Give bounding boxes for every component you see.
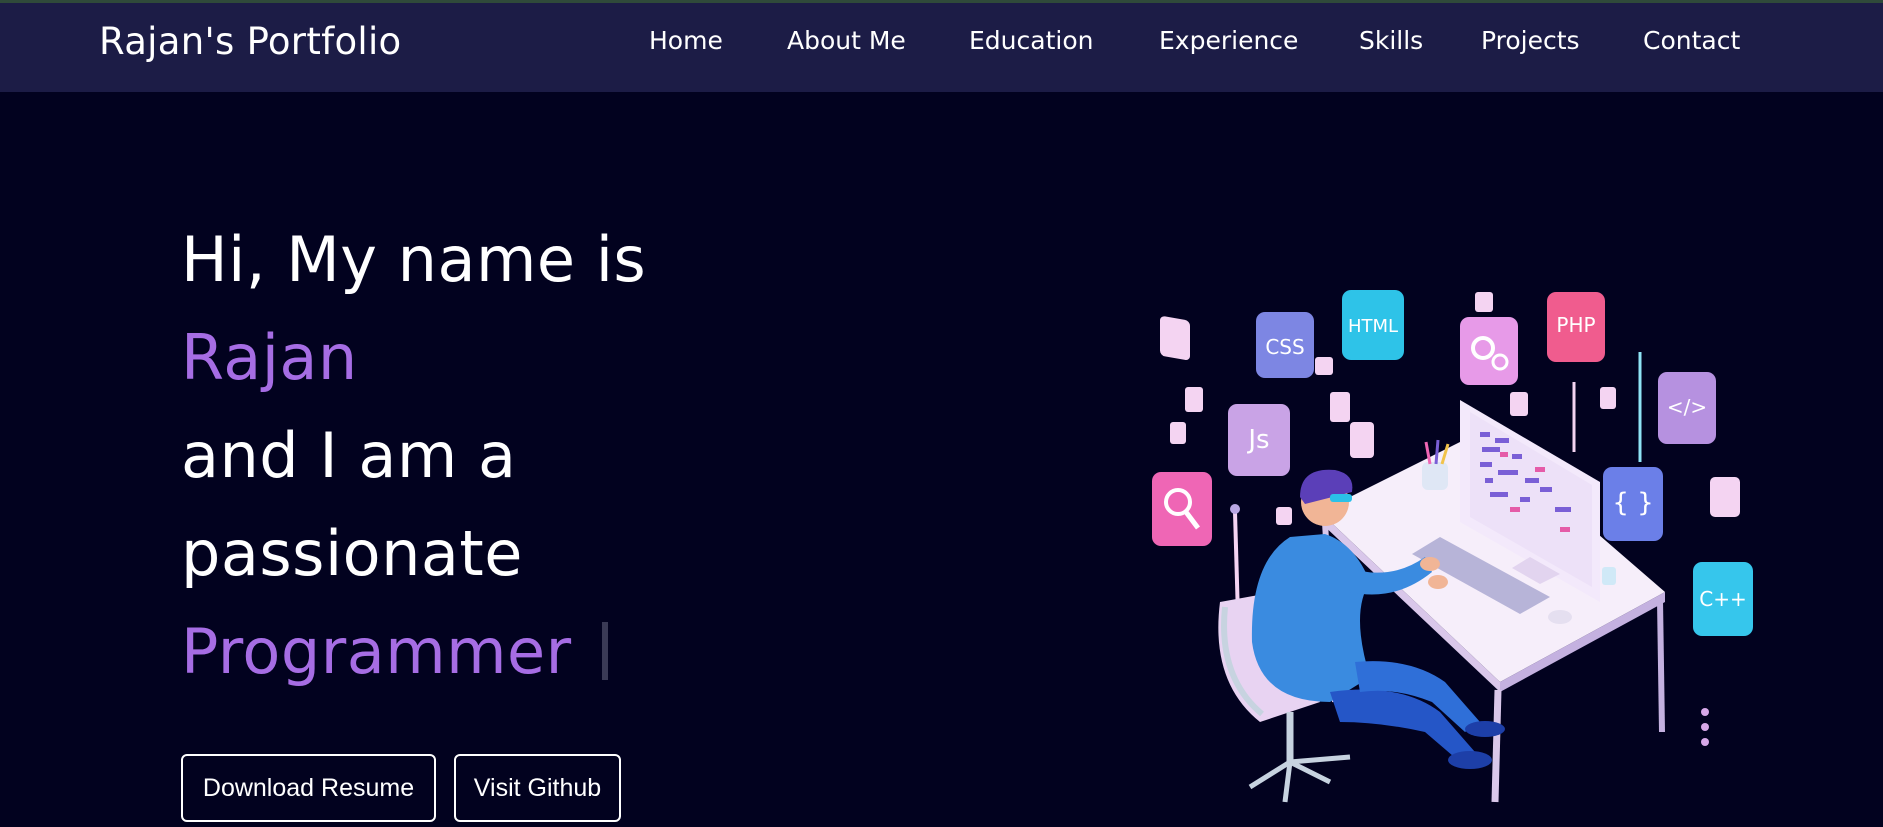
- css-tile-icon: CSS: [1256, 312, 1314, 378]
- svg-text:HTML: HTML: [1348, 316, 1398, 337]
- search-tile-icon: [1152, 472, 1212, 546]
- pencil-cup-icon: [1422, 439, 1450, 490]
- programmer-illustration: CSS HTML PHP Js </> { } C++: [1152, 290, 1753, 803]
- svg-text:CSS: CSS: [1265, 335, 1304, 359]
- js-tile-icon: Js: [1228, 404, 1290, 476]
- hero-descriptor: passionate: [181, 517, 523, 590]
- navbar: Rajan's Portfolio Home About Me Educatio…: [0, 3, 1883, 92]
- svg-text:C++: C++: [1699, 587, 1746, 611]
- code-tile-icon: </>: [1658, 372, 1716, 444]
- php-tile-icon: PHP: [1547, 292, 1605, 362]
- svg-text:{ }: { }: [1612, 488, 1653, 518]
- svg-text:Js: Js: [1246, 425, 1269, 455]
- hero-name: Rajan: [181, 321, 358, 394]
- nav-link-projects[interactable]: Projects: [1481, 26, 1580, 55]
- download-resume-button[interactable]: Download Resume: [181, 754, 436, 822]
- braces-tile-icon: { }: [1603, 467, 1663, 541]
- svg-text:</>: </>: [1667, 395, 1707, 419]
- html-tile-icon: HTML: [1342, 290, 1404, 360]
- nav-link-home[interactable]: Home: [649, 26, 723, 55]
- nav-link-skills[interactable]: Skills: [1359, 26, 1423, 55]
- cup-icon: [1602, 567, 1616, 585]
- brand-title[interactable]: Rajan's Portfolio: [99, 20, 402, 63]
- visit-github-button[interactable]: Visit Github: [454, 754, 621, 822]
- nav-link-contact[interactable]: Contact: [1643, 26, 1740, 55]
- mouse-icon: [1548, 610, 1572, 624]
- svg-text:PHP: PHP: [1556, 313, 1595, 337]
- nav-link-experience[interactable]: Experience: [1159, 26, 1298, 55]
- hero-role: Programmer: [181, 615, 572, 688]
- gears-tile-icon: [1460, 317, 1518, 385]
- cpp-tile-icon: C++: [1693, 562, 1753, 636]
- hero-intro: and I am a: [181, 419, 517, 492]
- typing-caret: [602, 622, 608, 680]
- nav-link-about-me[interactable]: About Me: [787, 26, 906, 55]
- hero-greeting: Hi, My name is: [181, 223, 647, 296]
- nav-link-education[interactable]: Education: [969, 26, 1093, 55]
